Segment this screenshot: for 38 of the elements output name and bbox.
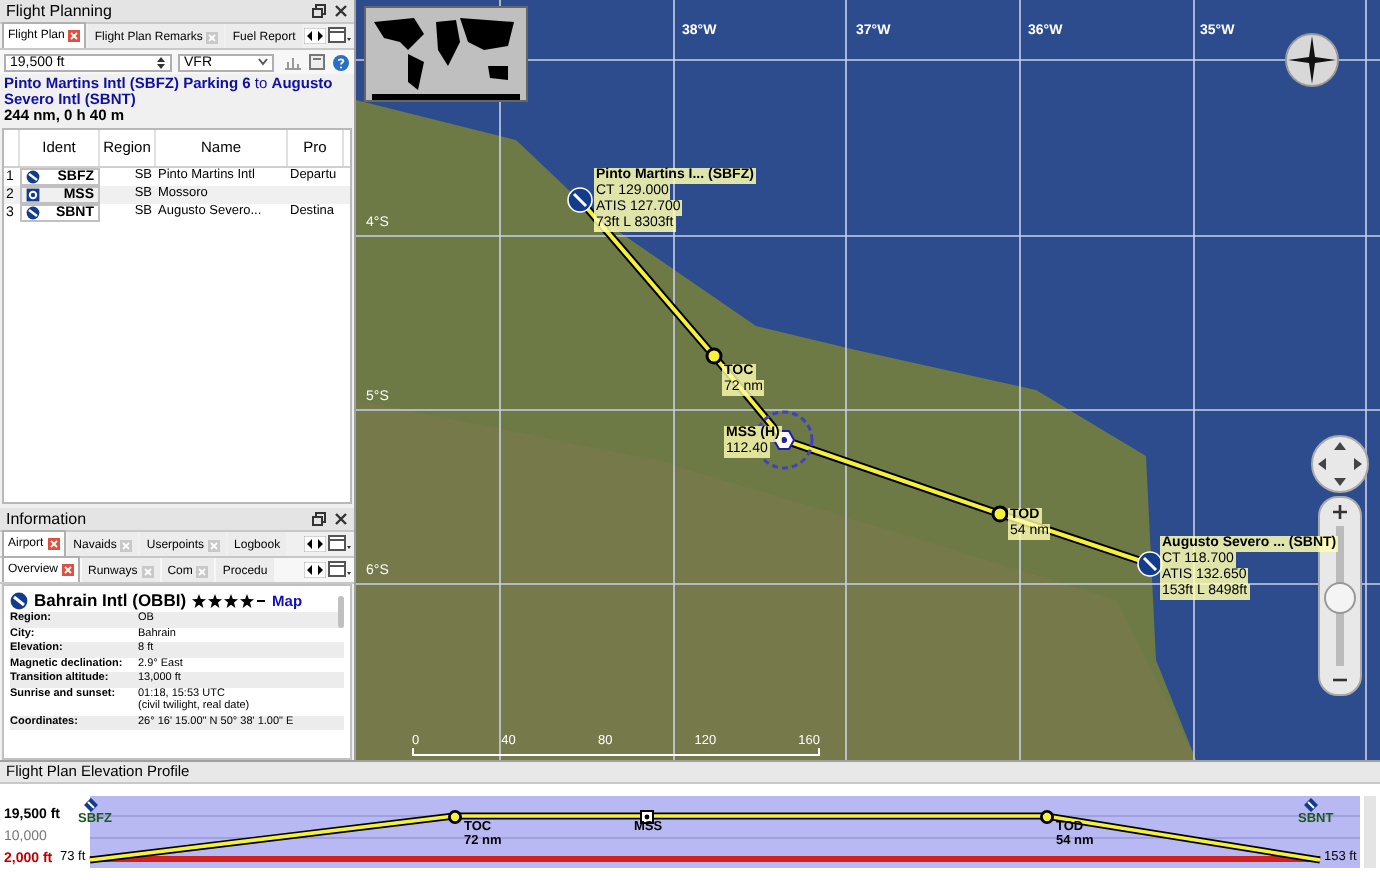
airport-icon (10, 592, 28, 610)
document-menu-icon[interactable] (328, 534, 352, 552)
top-of-descent-marker (991, 505, 1009, 523)
compass-icon[interactable] (1284, 32, 1340, 88)
top-of-climb-marker (448, 810, 462, 824)
scroll-arrows-icon[interactable] (304, 561, 326, 577)
pan-control[interactable] (1310, 434, 1370, 494)
close-icon[interactable] (334, 4, 348, 18)
float-icon[interactable] (312, 512, 326, 526)
top-of-descent-marker (1040, 810, 1054, 824)
navaid-icon (26, 188, 40, 202)
chart-icon[interactable] (284, 54, 302, 70)
zoom-slider-thumb[interactable] (1324, 582, 1356, 615)
airport-name: Bahrain Intl (OBBI) (34, 592, 187, 610)
airport-icon (567, 187, 593, 213)
top-of-climb-marker (705, 347, 723, 365)
scrollbar[interactable] (1364, 796, 1376, 868)
caret-icon (258, 58, 268, 66)
world-overview-map[interactable] (364, 6, 528, 102)
scroll-arrows-icon[interactable] (304, 535, 326, 551)
document-menu-icon[interactable] (328, 26, 352, 44)
airport-icon (26, 206, 40, 220)
scroll-arrows-icon[interactable] (304, 27, 326, 43)
panel-title: Flight Planning (6, 3, 112, 19)
float-icon[interactable] (312, 4, 326, 18)
airport-icon (84, 798, 98, 812)
panel-title: Information (6, 511, 87, 527)
spin-arrows-icon (156, 55, 166, 69)
airport-icon (26, 170, 40, 184)
document-menu-icon[interactable] (328, 560, 352, 578)
help-icon[interactable] (332, 53, 350, 71)
scrollbar-thumb[interactable] (338, 596, 344, 628)
zoom-in-icon[interactable] (1332, 504, 1348, 520)
airport-icon (1304, 798, 1318, 812)
vor-icon (640, 810, 654, 824)
close-icon[interactable] (334, 512, 348, 526)
calculator-icon[interactable] (308, 54, 326, 70)
dash-icon (256, 594, 267, 608)
